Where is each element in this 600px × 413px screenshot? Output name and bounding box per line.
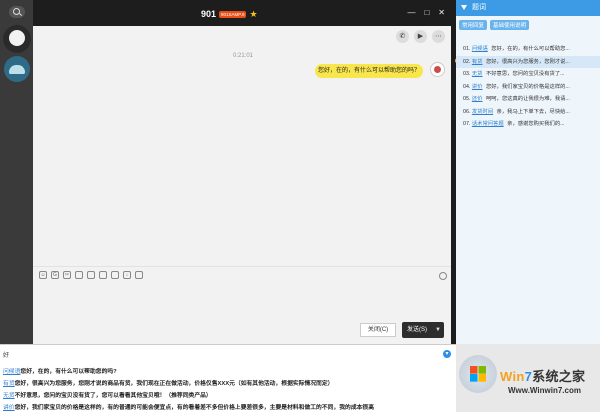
calendar-icon[interactable] [111, 271, 119, 279]
list-item[interactable]: 01. 问候语 您好，在的，有什么可以帮助您... [456, 43, 600, 56]
text-editor[interactable]: 好 ▾ 问候语您好，在的，有什么可以帮助您的吗? 有货您好，很高兴为您服务，您刚… [0, 344, 456, 413]
list-item[interactable]: 06. 发货时间 亲，我马上下单下去，尽快给... [456, 106, 600, 119]
filter-icon [461, 4, 467, 10]
contact-sidebar [0, 0, 33, 344]
contact-avatar-robot[interactable] [3, 25, 31, 53]
send-button-label: 发送(S) [407, 327, 427, 333]
desktop-corner: Win7系统之家 Www.Winwin7.com [456, 344, 600, 412]
editor-line: 无货不好意思，您问的宝贝没有货了，您可以看看其他宝贝哦！（推荐同类产品） [3, 393, 212, 399]
editor-line: 讲价您好，我们家宝贝的价格是这样的，有的普通的可能会便宜点，有的看着差不多但价格… [3, 405, 375, 411]
maximize-button[interactable]: □ [424, 8, 429, 18]
watermark-url: Www.Winwin7.com [508, 386, 581, 395]
quick-reply-list: 01. 问候语 您好，在的，有什么可以帮助您... 02. 有货 您好，很高兴为… [456, 43, 600, 131]
search-icon[interactable] [9, 6, 25, 18]
message-timestamp: 0:21:01 [233, 53, 254, 59]
message-bubble[interactable]: 您好，在的，有什么可以帮助您的吗？ [315, 64, 423, 78]
title-bar: 901 901SAMP.9 ★ — □ ✕ [33, 0, 451, 26]
panel-title: 题词 [471, 4, 486, 11]
list-item[interactable]: 05. 还价 呵呵，您这真的让我很为难，我请... [456, 93, 600, 106]
download-icon[interactable]: ↓ [123, 271, 131, 279]
windows-logo-icon [459, 355, 497, 393]
message-input-area[interactable]: 关闭(C) 发送(S) ▼ [33, 284, 451, 344]
watermark-brand: Win7系统之家 [500, 369, 586, 384]
editor-line: 有货您好，很高兴为您服务，您刚才说的商品有货，我们现在正在做活动，价格仅售XXX… [3, 381, 334, 387]
close-window-button[interactable]: ✕ [438, 8, 445, 18]
star-icon: ★ [249, 8, 258, 19]
folder-icon[interactable] [75, 271, 83, 279]
phone-icon[interactable]: ✆ [396, 30, 409, 43]
close-chat-button[interactable]: 关闭(C) [360, 323, 396, 337]
image-icon[interactable] [87, 271, 95, 279]
message-area: ✆ ▶ ⋯ 0:21:01 您好，在的，有什么可以帮助您的吗？ [33, 26, 451, 266]
minimize-button[interactable]: — [407, 8, 415, 18]
contact-avatar-landscape[interactable] [4, 56, 30, 82]
gif-icon[interactable]: G [51, 271, 59, 279]
list-item[interactable]: 02. 有货 您好，很高兴为您服务，您刚才说... [456, 55, 600, 68]
history-clock-icon[interactable] [439, 272, 447, 280]
chat-bubble-icon[interactable] [135, 271, 143, 279]
chevron-down-icon[interactable]: ▼ [435, 322, 441, 338]
scissors-icon[interactable]: ✂ [63, 271, 71, 279]
typed-text[interactable]: 好 [3, 350, 9, 359]
scroll-down-icon[interactable]: ▾ [443, 350, 451, 358]
screen-icon[interactable] [99, 271, 107, 279]
chat-window: 901 901SAMP.9 ★ — □ ✕ ✆ ▶ ⋯ 0:21:01 您好，在… [33, 0, 451, 344]
window-title: 901 [201, 9, 217, 19]
vip-badge: 901SAMP.9 [219, 10, 247, 18]
emoji-icon[interactable]: ☺ [39, 271, 47, 279]
input-toolbar: ☺ G ✂ ↓ [33, 266, 451, 285]
more-icon[interactable]: ⋯ [432, 30, 445, 43]
agent-avatar[interactable] [430, 62, 445, 77]
quick-reply-panel: 题词 常用回复 基础使用说明 ▶ 01. 问候语 您好，在的，有什么可以帮助您.… [455, 0, 600, 344]
tab-common-replies[interactable]: 常用回复 [459, 20, 488, 30]
editor-line: 问候语您好，在的，有什么可以帮助您的吗? [3, 369, 117, 375]
list-item[interactable]: 04. 讲价 您好，我们家宝贝的价格是这样的... [456, 81, 600, 94]
list-item[interactable]: 07. 话术常问答题 亲，感谢您购买我们的... [456, 118, 600, 131]
tab-usage-guide[interactable]: 基础使用说明 [490, 20, 530, 30]
send-button[interactable]: 发送(S) ▼ [402, 322, 444, 338]
video-icon[interactable]: ▶ [414, 30, 427, 43]
panel-header: 题词 [456, 0, 600, 16]
list-item[interactable]: 03. 无货 不好意思，您问的宝贝没有货了... [456, 68, 600, 81]
